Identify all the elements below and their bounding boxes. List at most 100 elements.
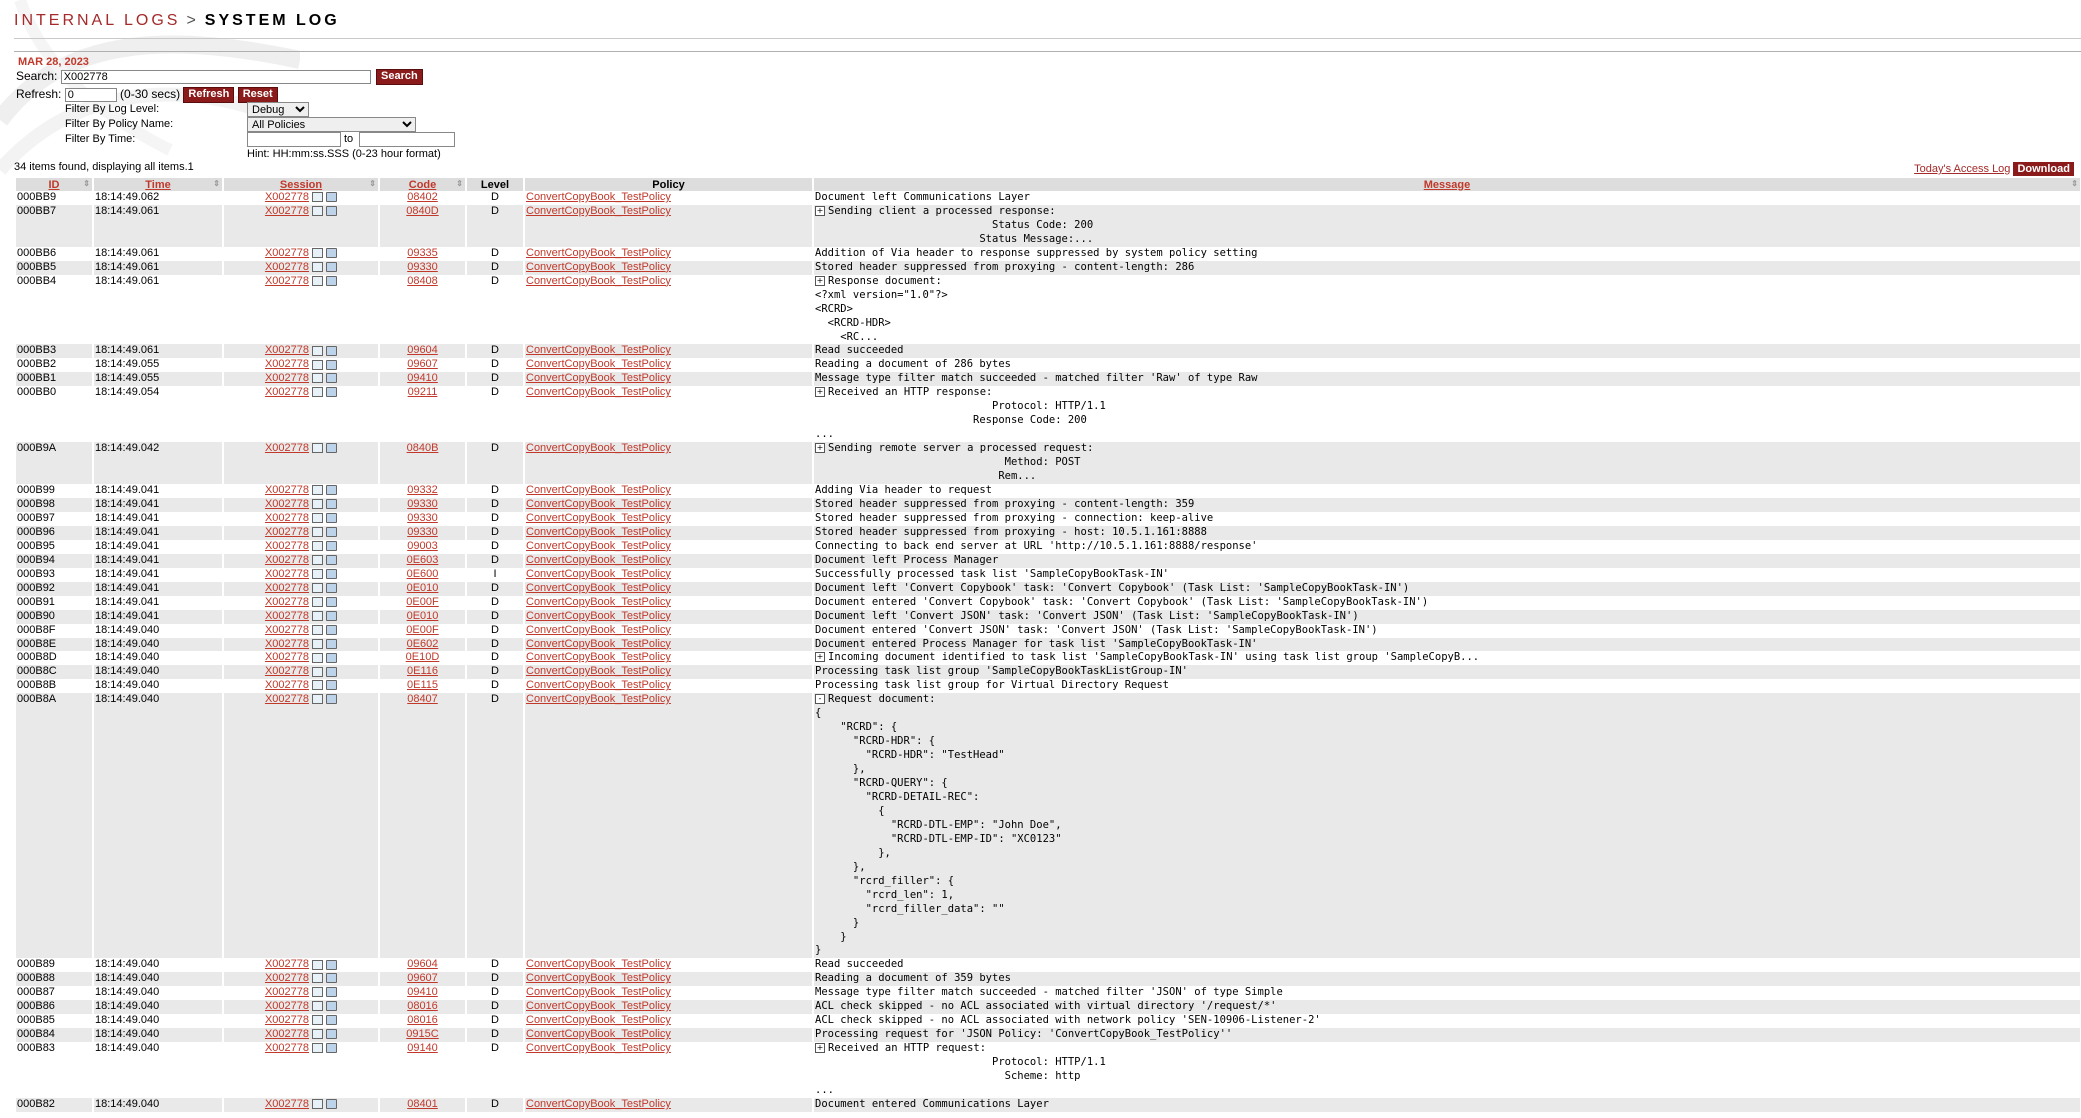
code-link[interactable]: 09330 <box>407 261 438 273</box>
expand-icon[interactable]: + <box>815 275 825 286</box>
policy-link[interactable]: ConvertCopyBook_TestPolicy <box>526 191 671 203</box>
document-icon[interactable] <box>326 652 338 663</box>
code-link[interactable]: 09410 <box>407 986 438 998</box>
session-link[interactable]: X002778 <box>265 372 309 384</box>
session-link[interactable]: X002778 <box>265 596 309 608</box>
monitor-icon[interactable] <box>312 1001 324 1012</box>
code-link[interactable]: 0E10D <box>406 651 440 663</box>
document-icon[interactable] <box>326 624 338 635</box>
policy-link[interactable]: ConvertCopyBook_TestPolicy <box>526 540 671 552</box>
document-icon[interactable] <box>326 1043 338 1054</box>
session-link[interactable]: X002778 <box>265 693 309 705</box>
monitor-icon[interactable] <box>312 513 324 524</box>
code-link[interactable]: 09330 <box>407 526 438 538</box>
monitor-icon[interactable] <box>312 638 324 649</box>
monitor-icon[interactable] <box>312 959 324 970</box>
document-icon[interactable] <box>326 485 338 496</box>
monitor-icon[interactable] <box>312 652 324 663</box>
policy-link[interactable]: ConvertCopyBook_TestPolicy <box>526 247 671 259</box>
monitor-icon[interactable] <box>312 345 324 356</box>
document-icon[interactable] <box>326 192 338 203</box>
col-code[interactable]: Code ⇕ <box>378 178 466 191</box>
session-link[interactable]: X002778 <box>265 651 309 663</box>
code-link[interactable]: 09330 <box>407 512 438 524</box>
document-icon[interactable] <box>326 1029 338 1040</box>
monitor-icon[interactable] <box>312 443 324 454</box>
col-id[interactable]: ID ⇕ <box>14 178 93 191</box>
code-link[interactable]: 0E00F <box>406 596 438 608</box>
monitor-icon[interactable] <box>312 694 324 705</box>
policy-link[interactable]: ConvertCopyBook_TestPolicy <box>526 358 671 370</box>
time-from-input[interactable] <box>247 132 341 147</box>
session-link[interactable]: X002778 <box>265 1098 309 1110</box>
time-to-input[interactable] <box>359 132 455 147</box>
monitor-icon[interactable] <box>312 261 324 272</box>
policy-link[interactable]: ConvertCopyBook_TestPolicy <box>526 275 671 287</box>
code-link[interactable]: 09607 <box>407 358 438 370</box>
monitor-icon[interactable] <box>312 624 324 635</box>
monitor-icon[interactable] <box>312 568 324 579</box>
code-link[interactable]: 08401 <box>407 1098 438 1110</box>
policy-link[interactable]: ConvertCopyBook_TestPolicy <box>526 484 671 496</box>
policy-link[interactable]: ConvertCopyBook_TestPolicy <box>526 205 671 217</box>
refresh-input[interactable] <box>64 88 117 103</box>
document-icon[interactable] <box>326 666 338 677</box>
monitor-icon[interactable] <box>312 206 324 217</box>
document-icon[interactable] <box>326 582 338 593</box>
document-icon[interactable] <box>326 345 338 356</box>
code-link[interactable]: 0915C <box>406 1028 438 1040</box>
policy-link[interactable]: ConvertCopyBook_TestPolicy <box>526 1028 671 1040</box>
policy-link[interactable]: ConvertCopyBook_TestPolicy <box>526 554 671 566</box>
monitor-icon[interactable] <box>312 373 324 384</box>
todays-access-log-link[interactable]: Today's Access Log <box>1914 163 2010 175</box>
code-link[interactable]: 09604 <box>407 344 438 356</box>
session-link[interactable]: X002778 <box>265 554 309 566</box>
document-icon[interactable] <box>326 1001 338 1012</box>
code-link[interactable]: 0E115 <box>407 679 438 691</box>
code-link[interactable]: 09410 <box>407 372 438 384</box>
session-link[interactable]: X002778 <box>265 958 309 970</box>
document-icon[interactable] <box>326 638 338 649</box>
monitor-icon[interactable] <box>312 582 324 593</box>
session-link[interactable]: X002778 <box>265 261 309 273</box>
col-code-link[interactable]: Code <box>409 179 437 191</box>
policy-link[interactable]: ConvertCopyBook_TestPolicy <box>526 610 671 622</box>
monitor-icon[interactable] <box>312 1043 324 1054</box>
search-button[interactable]: Search <box>376 69 423 85</box>
session-link[interactable]: X002778 <box>265 484 309 496</box>
document-icon[interactable] <box>326 610 338 621</box>
monitor-icon[interactable] <box>312 596 324 607</box>
document-icon[interactable] <box>326 513 338 524</box>
session-link[interactable]: X002778 <box>265 526 309 538</box>
refresh-button[interactable]: Refresh <box>183 87 235 103</box>
policy-link[interactable]: ConvertCopyBook_TestPolicy <box>526 386 671 398</box>
session-link[interactable]: X002778 <box>265 638 309 650</box>
document-icon[interactable] <box>326 1015 338 1026</box>
code-link[interactable]: 09330 <box>407 498 438 510</box>
code-link[interactable]: 09003 <box>407 540 438 552</box>
document-icon[interactable] <box>326 443 338 454</box>
monitor-icon[interactable] <box>312 485 324 496</box>
expand-icon[interactable]: + <box>815 205 825 216</box>
expand-icon[interactable]: + <box>815 652 825 663</box>
policy-link[interactable]: ConvertCopyBook_TestPolicy <box>526 261 671 273</box>
code-link[interactable]: 0840B <box>407 442 439 454</box>
session-link[interactable]: X002778 <box>265 610 309 622</box>
search-input[interactable] <box>60 70 371 85</box>
document-icon[interactable] <box>326 261 338 272</box>
monitor-icon[interactable] <box>312 275 324 286</box>
session-link[interactable]: X002778 <box>265 344 309 356</box>
monitor-icon[interactable] <box>312 973 324 984</box>
session-link[interactable]: X002778 <box>265 1042 309 1054</box>
document-icon[interactable] <box>326 526 338 537</box>
col-id-link[interactable]: ID <box>49 179 60 191</box>
document-icon[interactable] <box>326 247 338 258</box>
policy-link[interactable]: ConvertCopyBook_TestPolicy <box>526 526 671 538</box>
session-link[interactable]: X002778 <box>265 972 309 984</box>
policy-link[interactable]: ConvertCopyBook_TestPolicy <box>526 651 671 663</box>
monitor-icon[interactable] <box>312 540 324 551</box>
session-link[interactable]: X002778 <box>265 1014 309 1026</box>
collapse-icon[interactable]: - <box>815 694 825 705</box>
policy-link[interactable]: ConvertCopyBook_TestPolicy <box>526 986 671 998</box>
policy-link[interactable]: ConvertCopyBook_TestPolicy <box>526 972 671 984</box>
